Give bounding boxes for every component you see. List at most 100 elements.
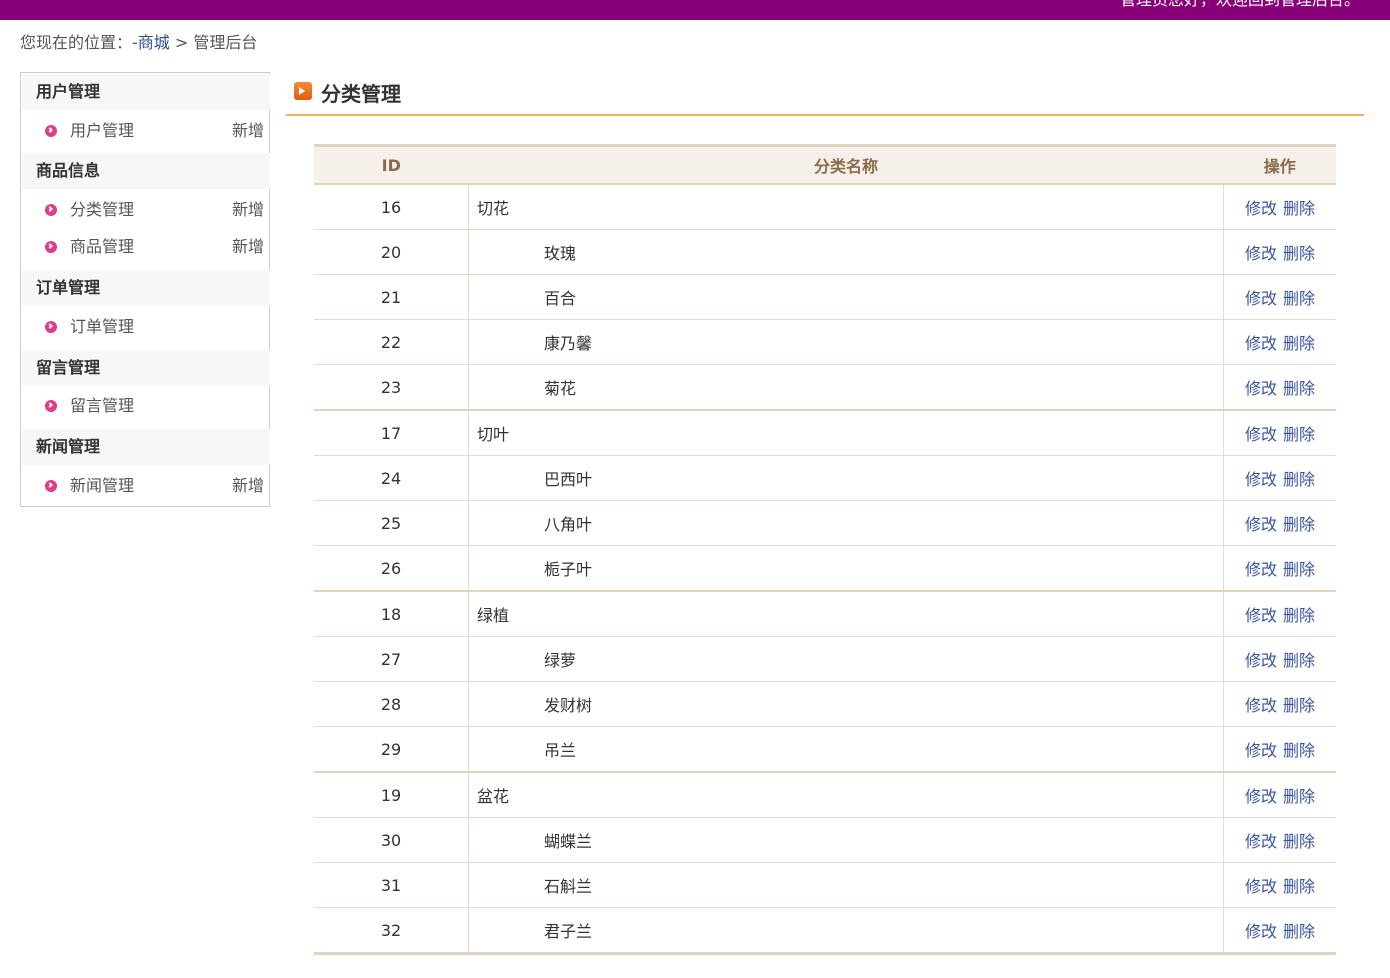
table-row: 28 发财树 修改 删除 (314, 681, 1336, 727)
edit-link[interactable]: 修改 (1245, 515, 1277, 534)
edit-link[interactable]: 修改 (1245, 244, 1277, 263)
delete-link[interactable]: 删除 (1283, 741, 1315, 760)
edit-link[interactable]: 修改 (1245, 741, 1277, 760)
sidebar-item-label[interactable]: 留言管理 (70, 388, 134, 424)
delete-link[interactable]: 删除 (1283, 832, 1315, 851)
edit-link[interactable]: 修改 (1245, 922, 1277, 941)
add-news-link[interactable]: 新增 (232, 468, 264, 504)
delete-link[interactable]: 删除 (1283, 379, 1315, 398)
category-id-cell: 16 (314, 183, 469, 230)
category-name-cell: 绿植 (468, 590, 1224, 637)
category-name-cell: 切叶 (468, 409, 1224, 456)
category-name-cell: 盆花 (468, 771, 1224, 818)
table-row: 17 切叶 修改 删除 (314, 409, 1336, 456)
arrow-right-box-icon (294, 82, 312, 100)
action-cell: 修改 删除 (1223, 590, 1336, 637)
category-name-cell: 百合 (468, 274, 1224, 320)
delete-link[interactable]: 删除 (1283, 425, 1315, 444)
delete-link[interactable]: 删除 (1283, 877, 1315, 896)
edit-link[interactable]: 修改 (1245, 696, 1277, 715)
delete-link[interactable]: 删除 (1283, 560, 1315, 579)
category-name-cell: 切花 (468, 183, 1224, 230)
category-name-cell: 石斛兰 (468, 862, 1224, 908)
edit-link[interactable]: 修改 (1245, 832, 1277, 851)
category-name: 巴西叶 (544, 470, 593, 489)
action-cell: 修改 删除 (1223, 771, 1336, 818)
content-header: 分类管理 (286, 76, 1364, 116)
delete-link[interactable]: 删除 (1283, 651, 1315, 670)
delete-link[interactable]: 删除 (1283, 199, 1315, 218)
sidebar-item-label[interactable]: 商品管理 (70, 229, 134, 265)
category-id-cell: 28 (314, 681, 469, 727)
sidebar-item-product-manage[interactable]: 商品管理 新增 (22, 229, 270, 265)
breadcrumb: 您现在的位置：-商城 > 管理后台 (20, 32, 257, 54)
breadcrumb-home-link[interactable]: 商城 (138, 33, 170, 52)
chevron-right-circle-icon (45, 400, 57, 412)
category-id-cell: 30 (314, 817, 469, 863)
category-name-cell: 发财树 (468, 681, 1224, 727)
sidebar-item-news-manage[interactable]: 新闻管理 新增 (22, 468, 270, 504)
delete-link[interactable]: 删除 (1283, 244, 1315, 263)
delete-link[interactable]: 删除 (1283, 470, 1315, 489)
category-name: 切叶 (477, 425, 510, 444)
category-name-cell: 绿萝 (468, 636, 1224, 682)
category-id-cell: 26 (314, 545, 469, 592)
category-table-body: 16 切花 修改 删除 20 玫瑰 修改 删除 21 百合 修改 删除 22 康乃馨 修改 删除 23 菊花 修改删… (314, 183, 1336, 955)
category-id-cell: 18 (314, 590, 469, 637)
sidebar-item-message-manage[interactable]: 留言管理 (22, 388, 270, 424)
chevron-right-circle-icon (45, 241, 57, 253)
edit-link[interactable]: 修改 (1245, 425, 1277, 444)
delete-link[interactable]: 删除 (1283, 922, 1315, 941)
action-cell: 修改 删除 (1223, 636, 1336, 682)
edit-link[interactable]: 修改 (1245, 289, 1277, 308)
sidebar-item-category-manage[interactable]: 分类管理 新增 (22, 192, 270, 228)
category-id-cell: 22 (314, 319, 469, 365)
sidebar-item-user-manage[interactable]: 用户管理 新增 (22, 113, 270, 149)
sidebar-item-label[interactable]: 分类管理 (70, 192, 134, 228)
action-cell: 修改 删除 (1223, 545, 1336, 592)
edit-link[interactable]: 修改 (1245, 334, 1277, 353)
edit-link[interactable]: 修改 (1245, 199, 1277, 218)
add-product-link[interactable]: 新增 (232, 229, 264, 265)
delete-link[interactable]: 删除 (1283, 515, 1315, 534)
sidebar-item-label[interactable]: 新闻管理 (70, 468, 134, 504)
delete-link[interactable]: 删除 (1283, 334, 1315, 353)
table-row: 30 蝴蝶兰 修改 删除 (314, 817, 1336, 863)
table-row: 20 玫瑰 修改 删除 (314, 229, 1336, 275)
category-name: 吊兰 (544, 741, 577, 760)
category-name: 栀子叶 (544, 560, 593, 579)
delete-link[interactable]: 删除 (1283, 606, 1315, 625)
edit-link[interactable]: 修改 (1245, 606, 1277, 625)
category-name: 石斛兰 (544, 877, 593, 896)
welcome-message: 管理员您好，欢迎回到管理后台。 (1120, 0, 1360, 10)
edit-link[interactable]: 修改 (1245, 470, 1277, 489)
edit-link[interactable]: 修改 (1245, 379, 1277, 398)
sidebar-item-order-manage[interactable]: 订单管理 (22, 309, 270, 345)
table-header-row: ID 分类名称 操作 (314, 144, 1336, 185)
table-row: 22 康乃馨 修改 删除 (314, 319, 1336, 365)
category-name: 君子兰 (544, 922, 593, 941)
table-row: 19 盆花 修改 删除 (314, 771, 1336, 818)
table-row: 23 菊花 修改 删除 (314, 364, 1336, 411)
delete-link[interactable]: 删除 (1283, 787, 1315, 806)
sidebar-item-label[interactable]: 订单管理 (70, 309, 134, 345)
edit-link[interactable]: 修改 (1245, 560, 1277, 579)
edit-link[interactable]: 修改 (1245, 651, 1277, 670)
edit-link[interactable]: 修改 (1245, 877, 1277, 896)
category-name-cell: 栀子叶 (468, 545, 1224, 592)
category-id-cell: 24 (314, 455, 469, 501)
sidebar-section-order: 订单管理 (22, 270, 270, 306)
delete-link[interactable]: 删除 (1283, 696, 1315, 715)
category-id-cell: 20 (314, 229, 469, 275)
sidebar-item-label[interactable]: 用户管理 (70, 113, 134, 149)
add-category-link[interactable]: 新增 (232, 192, 264, 228)
category-name: 百合 (544, 289, 577, 308)
table-row: 16 切花 修改 删除 (314, 183, 1336, 230)
category-id-cell: 25 (314, 500, 469, 546)
edit-link[interactable]: 修改 (1245, 787, 1277, 806)
category-name-cell: 君子兰 (468, 907, 1224, 955)
table-row: 29 吊兰 修改 删除 (314, 726, 1336, 773)
add-user-link[interactable]: 新增 (232, 113, 264, 149)
action-cell: 修改 删除 (1223, 364, 1336, 411)
delete-link[interactable]: 删除 (1283, 289, 1315, 308)
